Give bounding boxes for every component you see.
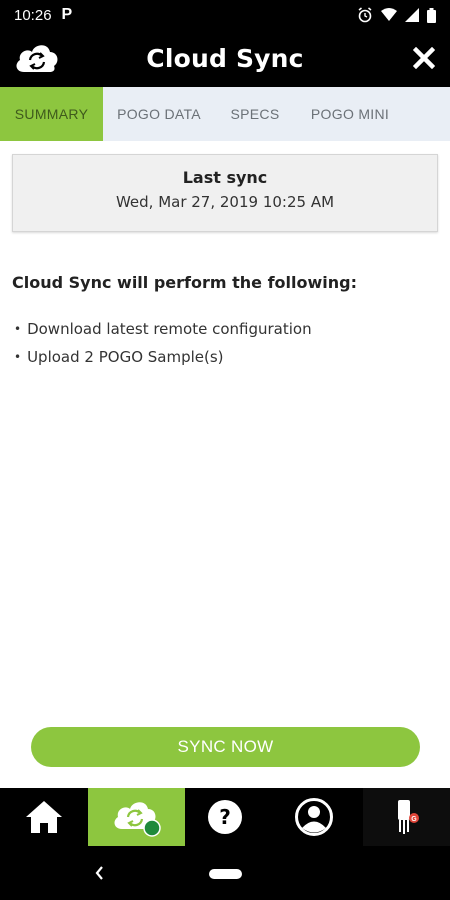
- close-button[interactable]: [408, 42, 440, 74]
- meter-icon: G: [397, 800, 419, 834]
- system-nav-bar: [0, 846, 450, 900]
- list-item: • Upload 2 POGO Sample(s): [14, 343, 312, 371]
- system-back-button[interactable]: [91, 862, 107, 884]
- nav-home[interactable]: [0, 788, 88, 846]
- status-icons: [357, 7, 436, 23]
- last-sync-label: Last sync: [182, 168, 268, 187]
- summary-intro: Cloud Sync will perform the following:: [12, 273, 357, 292]
- home-icon: [26, 801, 62, 833]
- close-icon: [413, 47, 435, 69]
- app-header: Cloud Sync: [0, 30, 450, 87]
- bottom-nav: ? G: [0, 788, 450, 846]
- bullet-icon: •: [14, 350, 22, 364]
- nav-cloud-sync[interactable]: [88, 788, 185, 846]
- cloud-sync-icon: [12, 38, 62, 78]
- tab-specs[interactable]: SPECS: [215, 87, 295, 141]
- bullet-icon: •: [14, 322, 22, 336]
- cloud-sync-icon: [114, 802, 161, 837]
- sync-now-button[interactable]: SYNC NOW: [31, 727, 420, 767]
- nav-profile[interactable]: [265, 788, 363, 846]
- task-text: Download latest remote configuration: [27, 320, 312, 338]
- task-list: • Download latest remote configuration •…: [14, 315, 312, 371]
- signal-icon: [405, 8, 419, 22]
- profile-icon: [295, 798, 333, 836]
- tab-summary[interactable]: SUMMARY: [0, 87, 103, 141]
- svg-text:G: G: [411, 816, 417, 823]
- system-home-button[interactable]: [209, 869, 242, 879]
- svg-text:?: ?: [219, 805, 231, 829]
- list-item: • Download latest remote configuration: [14, 315, 312, 343]
- status-time: 10:26: [14, 6, 52, 24]
- alarm-icon: [357, 7, 373, 23]
- wifi-icon: [381, 8, 397, 22]
- last-sync-value: Wed, Mar 27, 2019 10:25 AM: [115, 193, 335, 211]
- nav-help[interactable]: ?: [185, 788, 265, 846]
- last-sync-card: Last sync Wed, Mar 27, 2019 10:25 AM: [12, 154, 438, 232]
- tab-pogo-mini[interactable]: POGO MINI: [295, 87, 405, 141]
- task-text: Upload 2 POGO Sample(s): [27, 348, 224, 366]
- status-bar: 10:26 P: [0, 0, 450, 30]
- notification-app-icon: P: [61, 6, 73, 23]
- battery-icon: [427, 7, 436, 23]
- page-title: Cloud Sync: [146, 44, 304, 73]
- nav-meter[interactable]: G: [363, 788, 450, 846]
- help-icon: ?: [208, 800, 242, 834]
- tab-pogo-data[interactable]: POGO DATA: [103, 87, 215, 141]
- tab-bar: SUMMARY POGO DATA SPECS POGO MINI: [0, 87, 450, 141]
- back-chevron-icon: [95, 866, 103, 880]
